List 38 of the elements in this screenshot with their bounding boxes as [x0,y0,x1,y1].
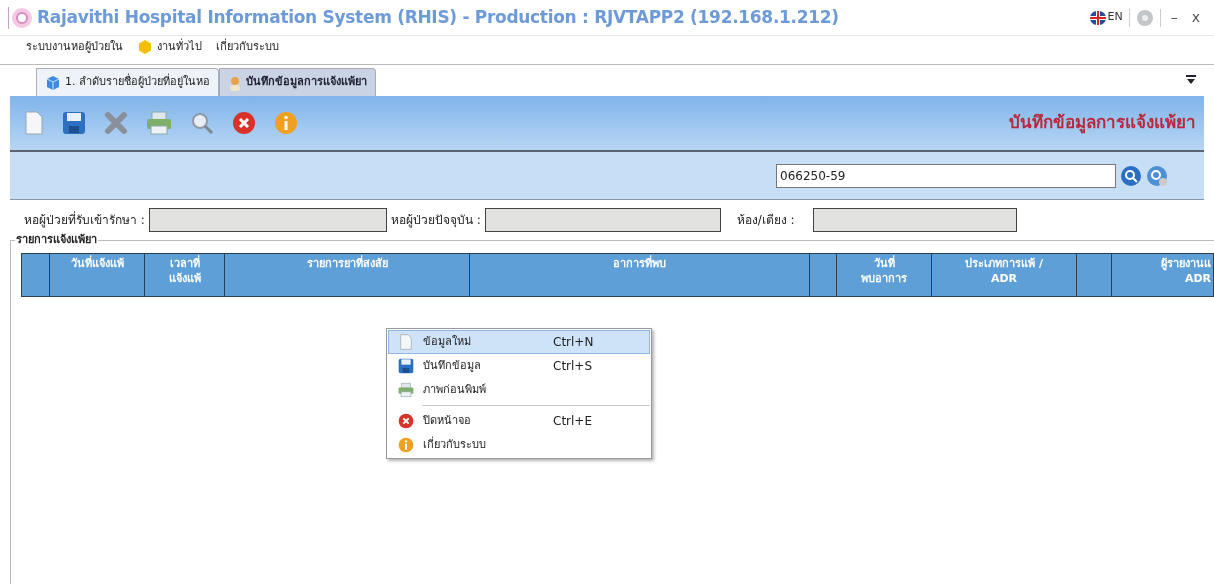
tab[interactable]: บันทึกข้อมูลการแจ้งแพ้ยา [219,68,376,96]
minimize-button[interactable]: – [1166,7,1182,28]
save-icon [398,358,414,374]
search-icon[interactable] [1120,164,1142,187]
tab-list-icon[interactable] [1186,75,1196,84]
menu-item[interactable]: เกี่ยวกับระบบ [216,38,279,56]
menu-item[interactable]: ปิดหน้าจอ Ctrl+E [388,409,650,433]
document-icon [398,334,414,350]
menu-item[interactable]: เกี่ยวกับระบบ [388,433,650,457]
menu-item[interactable]: ข้อมูลใหม่ Ctrl+N [388,330,650,354]
save-icon[interactable] [62,111,86,135]
cube-icon [45,74,61,91]
page-title: บันทึกข้อมูลการแจ้งแพ้ยา [1009,111,1196,136]
tab[interactable]: 1. ลำดับรายชื่อผู้ป่วยที่อยู่ในหอ [36,68,219,96]
printer-icon [398,382,414,398]
search-field[interactable]: 066250-59 [776,163,1116,188]
logo-icon [11,6,33,29]
search-settings-icon[interactable] [1146,164,1168,187]
field-label: หอผู้ป่วยปัจจุบัน : [390,212,481,229]
field-label: หอผู้ป่วยที่รับเข้ารักษา : [24,211,145,229]
window-title: Rajavithi Hospital Information System (RHIS) - Production : RJVTAPP2 (192.168.1.212) [37,5,839,29]
hexagon-icon [137,39,153,55]
close-icon[interactable] [232,111,256,135]
menu-item[interactable]: งานทั่วไป [157,38,202,56]
flag-icon[interactable] [1089,10,1106,25]
menu-item[interactable]: ระบบงานหอผู้ป่วยใน [26,38,123,56]
search-icon[interactable] [190,111,214,135]
close-icon [398,413,414,429]
person-icon [228,74,242,91]
field-label: ห้อง/เตียง : [736,212,795,229]
close-button[interactable]: x [1181,7,1200,28]
input-field[interactable] [812,208,1017,232]
language-label[interactable]: EN [1107,9,1123,26]
menu-item[interactable]: ภาพก่อนพิมพ์ [388,378,650,402]
menu-item[interactable]: บันทึกข้อมูล Ctrl+S [388,354,650,378]
input-field[interactable] [148,208,387,232]
input-field[interactable] [484,208,721,232]
info-icon [398,437,414,453]
